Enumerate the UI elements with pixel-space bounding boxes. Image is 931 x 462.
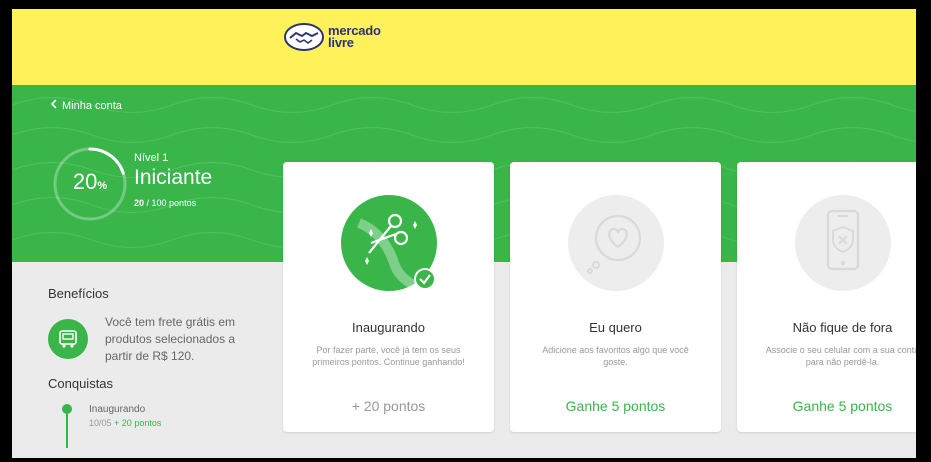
timeline-line <box>66 408 68 448</box>
chevron-left-icon <box>50 99 57 112</box>
back-link-label: Minha conta <box>62 99 122 112</box>
truck-icon <box>48 319 88 359</box>
challenge-card-inaugurando[interactable]: Inaugurando Por fazer parte, você já tem… <box>283 162 494 432</box>
phone-shield-icon <box>795 195 891 291</box>
handshake-logo-icon <box>284 23 324 51</box>
card-description: Associe o seu celular com a sua conta pa… <box>765 345 916 367</box>
achievement-points: + 20 pontos <box>114 418 162 428</box>
card-points: Ganhe 5 pontos <box>565 398 666 414</box>
card-points: Ganhe 5 pontos <box>792 398 893 414</box>
level-percent-unit: % <box>97 180 108 192</box>
benefit-description: Você tem frete grátis em produtos seleci… <box>105 315 236 363</box>
scissors-ribbon-icon <box>341 195 437 291</box>
card-points: + 20 pontos <box>351 398 426 414</box>
logo-text-line2: livre <box>328 35 354 50</box>
challenge-card-eu-quero[interactable]: Eu quero Adicione aos favoritos algo que… <box>510 162 721 432</box>
card-description: Adicione aos favoritos algo que você gos… <box>542 345 689 367</box>
heart-icon <box>568 195 664 291</box>
challenge-card-nao-fique-de-fora[interactable]: Não fique de fora Associe o seu celular … <box>737 162 916 432</box>
achievement-name: Inaugurando <box>89 404 146 415</box>
card-title: Inaugurando <box>351 320 425 335</box>
card-title: Não fique de fora <box>792 320 893 335</box>
card-title: Eu quero <box>589 320 642 335</box>
level-points: 20 / 100 pontos <box>134 198 196 208</box>
achievement-date-value: 10/05 <box>89 418 112 428</box>
mercado-livre-logo[interactable]: mercado livre <box>284 23 381 51</box>
page-frame: mercado livre Minha conta 20% Nível 1 In… <box>12 9 916 458</box>
achievements-title: Conquistas <box>48 376 114 391</box>
level-name: Iniciante <box>134 166 213 189</box>
benefits-title: Benefícios <box>48 286 109 301</box>
back-to-account-link[interactable]: Minha conta <box>50 99 122 112</box>
level-number: Nível 1 <box>134 152 169 164</box>
level-points-total: / 100 pontos <box>146 198 197 208</box>
timeline-dot <box>62 404 72 414</box>
level-points-current: 20 <box>134 198 145 208</box>
achievement-date: 10/05 + 20 pontos <box>89 418 161 428</box>
level-percent-value: 20 <box>72 169 98 194</box>
level-percent: 20% <box>50 169 130 195</box>
card-description: Por fazer parte, você já tem os seus pri… <box>312 345 465 367</box>
site-header: mercado livre <box>12 9 916 85</box>
